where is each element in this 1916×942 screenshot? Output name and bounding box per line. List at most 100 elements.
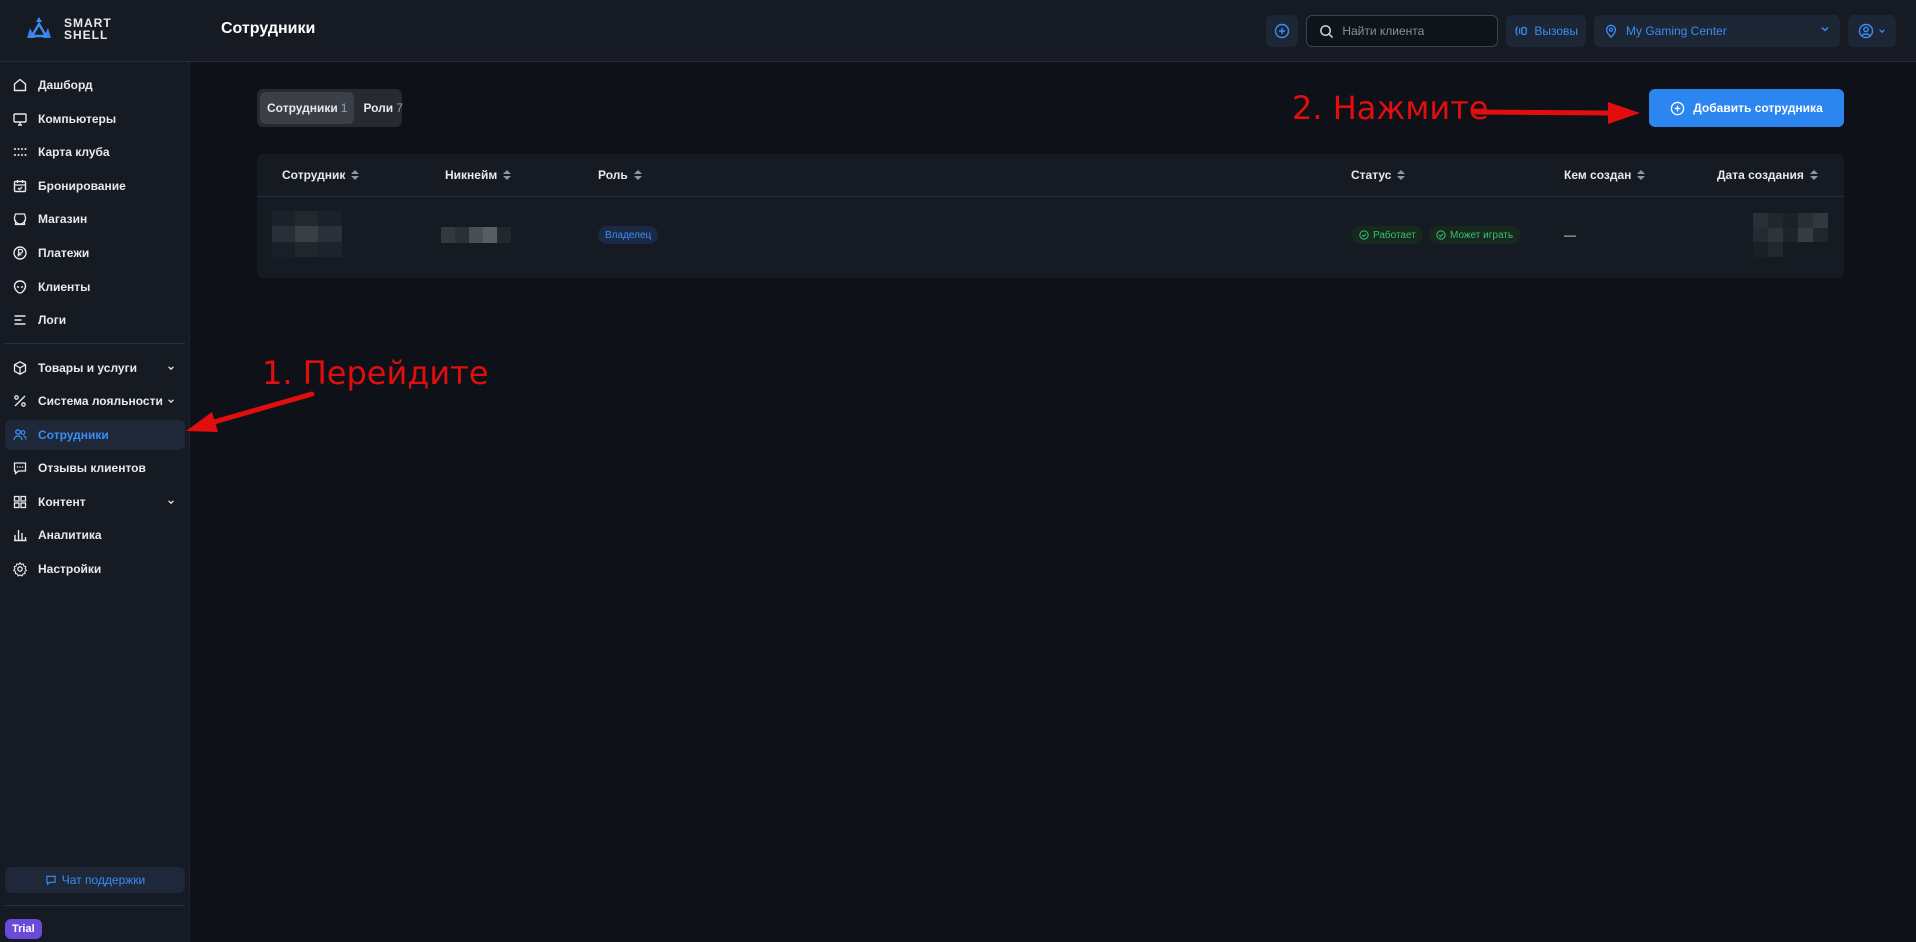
sidebar-item-label: Дашборд xyxy=(38,78,93,92)
sidebar-item-payments[interactable]: Платежи xyxy=(5,238,185,268)
column-header-label: Кем создан xyxy=(1564,168,1632,182)
status-badge-can-play: Может играть xyxy=(1429,226,1521,244)
sidebar-item-booking[interactable]: Бронирование xyxy=(5,171,185,201)
sidebar-item-reviews[interactable]: Отзывы клиентов xyxy=(5,453,185,483)
bell-hand-icon xyxy=(1515,26,1528,36)
sidebar-item-label: Контент xyxy=(38,495,86,509)
user-menu-button[interactable] xyxy=(1848,15,1896,47)
status-label: Может играть xyxy=(1450,229,1514,241)
chevron-down-icon xyxy=(168,500,174,505)
box-icon xyxy=(13,361,27,375)
add-employee-label: Добавить сотрудника xyxy=(1693,101,1823,115)
column-header-status[interactable]: Статус xyxy=(1351,168,1406,182)
location-pin-icon xyxy=(1605,24,1617,38)
sidebar-item-analytics[interactable]: Аналитика xyxy=(5,520,185,550)
column-header-employee[interactable]: Сотрудник xyxy=(282,168,360,182)
employees-table: Сотрудник Никнейм Роль Статус Кем создан… xyxy=(257,154,1844,278)
search-icon xyxy=(1320,24,1334,38)
created-by-value: — xyxy=(1564,228,1576,242)
tab-label: Роли xyxy=(363,101,394,115)
logo-line-2: SHELL xyxy=(64,28,109,42)
chevron-down-icon xyxy=(168,399,174,404)
sidebar-item-dashboard[interactable]: Дашборд xyxy=(5,70,185,100)
page-title: Сотрудники xyxy=(221,20,316,37)
tab-count: 7 xyxy=(396,101,403,115)
sidebar-item-label: Клиенты xyxy=(38,280,91,294)
tab-employees[interactable]: Сотрудники 1 xyxy=(260,92,355,124)
support-chat-button[interactable]: Чат поддержки xyxy=(5,867,185,893)
monitor-icon xyxy=(13,113,27,126)
user-circle-icon xyxy=(1858,23,1874,39)
layout-icon xyxy=(13,495,27,509)
role-badge: Владелец xyxy=(598,226,659,244)
column-header-label: Сотрудник xyxy=(282,168,346,182)
gear-icon xyxy=(12,561,28,577)
sidebar-item-loyalty[interactable]: Система лояльности xyxy=(5,386,185,416)
percent-icon xyxy=(14,395,26,407)
sidebar-item-store[interactable]: Магазин xyxy=(5,204,185,234)
sort-icon xyxy=(503,170,512,180)
sidebar-item-computers[interactable]: Компьютеры xyxy=(5,104,185,134)
sidebar-item-clients[interactable]: Клиенты xyxy=(5,272,185,302)
plan-badge[interactable]: Trial xyxy=(5,919,42,939)
tab-label: Сотрудники xyxy=(267,101,338,115)
sidebar-item-label: Товары и услуги xyxy=(38,361,137,375)
sidebar-item-club-map[interactable]: Карта клуба xyxy=(5,137,185,167)
status-label: Работает xyxy=(1373,229,1416,241)
sidebar-item-content[interactable]: Контент xyxy=(5,487,185,517)
store-icon xyxy=(13,213,27,226)
lines-icon xyxy=(14,315,26,325)
chevron-down-icon xyxy=(168,366,174,371)
column-header-role[interactable]: Роль xyxy=(598,168,642,182)
sidebar-item-label: Логи xyxy=(38,313,67,327)
sort-icon xyxy=(351,170,360,180)
chevron-down-icon xyxy=(1821,27,1829,32)
column-header-label: Статус xyxy=(1351,168,1392,182)
employee-name-redacted xyxy=(272,211,342,257)
status-badge-working: Работает xyxy=(1352,226,1423,244)
tabs-segmented-control: Сотрудники 1 Роли 7 xyxy=(257,89,403,127)
sidebar-item-label: Платежи xyxy=(38,246,90,260)
tab-roles[interactable]: Роли 7 xyxy=(356,92,409,124)
header-actions: Вызовы My Gaming Center xyxy=(1266,15,1896,47)
annotation-arrows xyxy=(186,102,1640,432)
club-select[interactable]: My Gaming Center xyxy=(1594,15,1840,47)
arrow-to-employees xyxy=(186,391,315,432)
table-row[interactable]: Владелец Работает Может играть — xyxy=(257,197,1844,278)
created-date-redacted xyxy=(1753,213,1828,257)
nickname-redacted xyxy=(441,227,511,243)
chat-icon xyxy=(46,875,56,886)
client-search[interactable] xyxy=(1306,15,1499,47)
sidebar-item-logs[interactable]: Логи xyxy=(5,305,185,335)
sidebar-item-label: Настройки xyxy=(38,562,102,576)
sidebar-item-employees[interactable]: Сотрудники xyxy=(5,420,185,450)
calendar-icon xyxy=(13,180,27,193)
sidebar-item-label: Компьютеры xyxy=(38,112,117,126)
sidebar-item-label: Система лояльности xyxy=(38,394,163,408)
calls-button[interactable]: Вызовы xyxy=(1506,15,1586,47)
sidebar-item-label: Магазин xyxy=(38,212,88,226)
column-header-created-by[interactable]: Кем создан xyxy=(1564,168,1646,182)
top-bar: SMART SHELL Сотрудники Вызовы xyxy=(0,0,1916,62)
coin-icon xyxy=(13,246,27,260)
sidebar-item-label: Карта клуба xyxy=(38,145,110,159)
sort-icon xyxy=(1637,170,1646,180)
sidebar-item-goods-services[interactable]: Товары и услуги xyxy=(5,353,185,383)
column-header-nickname[interactable]: Никнейм xyxy=(445,168,512,182)
check-circle-icon xyxy=(1359,230,1369,240)
grid-dots-icon xyxy=(14,148,27,156)
chevron-down-icon xyxy=(1879,29,1885,34)
sort-icon xyxy=(1809,170,1818,180)
add-employee-button[interactable]: Добавить сотрудника xyxy=(1649,89,1844,127)
sidebar-item-label: Сотрудники xyxy=(38,428,109,442)
search-input[interactable] xyxy=(1342,24,1493,38)
logo[interactable]: SMART SHELL xyxy=(24,14,112,44)
column-header-created-date[interactable]: Дата создания xyxy=(1717,168,1818,182)
column-header-label: Дата создания xyxy=(1717,168,1804,182)
sidebar-item-settings[interactable]: Настройки xyxy=(5,554,185,584)
quick-add-button[interactable] xyxy=(1266,15,1299,47)
sidebar-divider xyxy=(5,905,185,906)
annotation-step-1: 1. Перейдите xyxy=(262,354,489,392)
table-header: Сотрудник Никнейм Роль Статус Кем создан… xyxy=(257,154,1844,197)
arrow-to-add-button xyxy=(1473,102,1640,124)
